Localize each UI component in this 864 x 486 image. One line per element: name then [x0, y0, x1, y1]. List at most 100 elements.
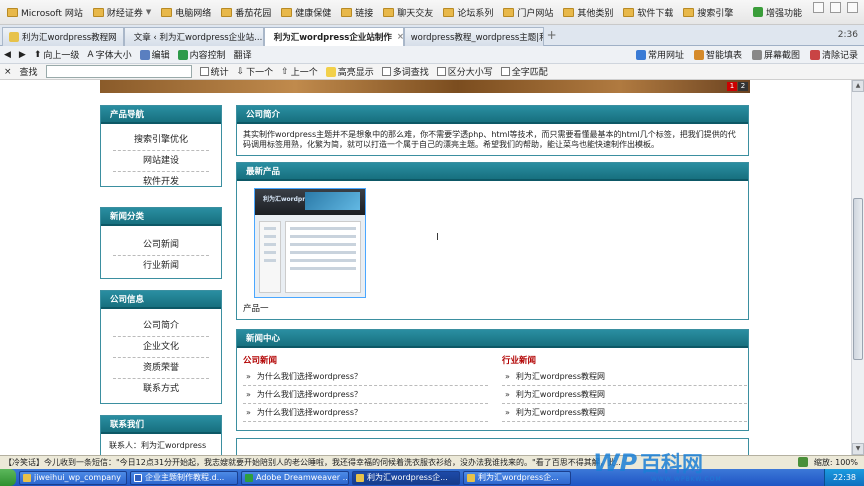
minimize-icon[interactable] [813, 2, 824, 13]
task-browser-1[interactable]: 利为汇wordpress企... [352, 470, 460, 485]
clock-label: 2:36 [837, 30, 858, 40]
folder-icon [281, 7, 293, 17]
find-prev-button[interactable]: ⇧ 上一个 [281, 65, 318, 79]
find-next-button[interactable]: ⇩ 下一个 [237, 65, 274, 79]
folder-icon [383, 7, 395, 17]
bullet-icon: » [505, 408, 510, 417]
product-thumbnail[interactable]: 利为汇wordpress教程网 [254, 188, 366, 298]
browser-icon [356, 473, 364, 482]
fav-portal[interactable]: 门户网站 [498, 2, 558, 22]
product-nav-box: 产品导航 搜索引擎优化 网站建设 软件开发 [100, 105, 222, 187]
company-info-item[interactable]: 企业文化 [113, 337, 209, 358]
banner-page-1[interactable]: 1 [727, 82, 737, 91]
task-word-doc[interactable]: 企业主题制作教程.d... [130, 470, 238, 485]
vertical-scrollbar[interactable]: ▲ ▼ [851, 80, 864, 455]
common-sites-button[interactable]: 常用网址 [635, 48, 684, 61]
fav-microsoft[interactable]: Microsoft 网站 [2, 2, 88, 22]
smart-fill-button[interactable]: 智能填表 [693, 48, 742, 61]
task-browser-2[interactable]: 利为汇wordpress企... [463, 470, 571, 485]
folder-icon [563, 7, 575, 17]
count-button[interactable]: 统计 [199, 65, 229, 78]
banner-image: 1 2 [100, 80, 750, 93]
about-box: 公司简介 其实制作wordpress主题并不是想象中的那么难，你不需要学透php… [236, 105, 749, 156]
company-info-box: 公司信息 公司简介 企业文化 资质荣誉 联系方式 [100, 290, 222, 404]
tab-2[interactable]: 文章 ‹ 利为汇wordpress企业站... [123, 26, 264, 46]
company-info-item[interactable]: 资质荣誉 [113, 358, 209, 379]
scroll-up-icon[interactable]: ▲ [852, 80, 864, 92]
news-item[interactable]: » 利为汇wordpress教程网 [502, 404, 747, 422]
company-info-item[interactable]: 公司简介 [113, 316, 209, 337]
close-tab-icon[interactable]: × [397, 32, 403, 42]
product-nav-item[interactable]: 搜索引擎优化 [113, 130, 209, 151]
tab-3[interactable]: 利为汇wordpress企业站制作 × [263, 26, 404, 46]
case-checkbox[interactable]: 区分大小写 [436, 65, 493, 78]
translate-button[interactable]: 翻译 [234, 48, 252, 61]
edit-button[interactable]: 编辑 [139, 48, 170, 61]
news-item[interactable]: » 利为汇wordpress教程网 [502, 368, 747, 386]
favorites-bar: Microsoft 网站 财经证券 ▼ 电脑网络 番茄花园 健康保健 链接 聊天交… [0, 0, 864, 25]
up-level-button[interactable]: ⬆ 向上一级 [34, 48, 80, 62]
plus-icon [752, 7, 763, 17]
product-nav-item[interactable]: 软件开发 [113, 172, 209, 193]
folder-icon [221, 7, 233, 17]
news-category-item[interactable]: 行业新闻 [113, 256, 209, 277]
fav-chat[interactable]: 聊天交友 [378, 2, 438, 22]
edit-icon [139, 49, 150, 60]
scissors-icon [751, 49, 762, 60]
news-category-item[interactable]: 公司新闻 [113, 235, 209, 256]
screenshot-button[interactable]: 屏幕截图 [751, 48, 800, 61]
company-news-column: 公司新闻 » 为什么我们选择wordpress？ » 为什么我们选择wordpres… [243, 354, 488, 422]
fav-forum[interactable]: 论坛系列 [438, 2, 498, 22]
thumb-header: 利为汇wordpress教程网 [255, 189, 365, 215]
news-item[interactable]: » 为什么我们选择wordpress？ [243, 368, 488, 386]
restore-icon[interactable] [830, 2, 841, 13]
forward-icon[interactable]: ▶ [19, 50, 26, 60]
product-name[interactable]: 产品一 [243, 302, 269, 314]
enhance-button[interactable]: 增强功能 [748, 2, 807, 22]
news-item[interactable]: » 利为汇wordpress教程网 [502, 386, 747, 404]
fav-finance[interactable]: 财经证券 ▼ [88, 2, 156, 22]
highlight-button[interactable]: 高亮显示 [325, 65, 374, 78]
fav-search[interactable]: 搜索引擎 [678, 2, 738, 22]
folder-icon [341, 7, 353, 17]
content-control-button[interactable]: 内容控制 [177, 48, 226, 61]
multi-word-checkbox[interactable]: 多词查找 [381, 65, 429, 78]
fav-network[interactable]: 电脑网络 [156, 2, 216, 22]
folder-icon [7, 7, 18, 17]
product-nav-item[interactable]: 网站建设 [113, 151, 209, 172]
company-info-item[interactable]: 联系方式 [113, 379, 209, 400]
folder-icon [92, 7, 104, 17]
product-nav-title: 产品导航 [101, 106, 221, 124]
fav-other[interactable]: 其他类别 [558, 2, 618, 22]
tray-clock[interactable]: 22:38 [833, 473, 856, 482]
tab-1[interactable]: 利为汇wordpress教程网 [2, 26, 124, 46]
find-input[interactable] [45, 65, 192, 78]
bullet-icon: » [246, 372, 251, 381]
close-find-icon[interactable]: × [4, 67, 12, 77]
fav-software[interactable]: 软件下载 [618, 2, 678, 22]
scroll-down-icon[interactable]: ▼ [852, 443, 864, 455]
tab-4[interactable]: wordpress教程_wordpress主题|利... [403, 26, 544, 46]
fav-tomato[interactable]: 番茄花园 [216, 2, 276, 22]
checkbox-icon [381, 67, 391, 76]
whole-word-checkbox[interactable]: 全字匹配 [500, 65, 548, 78]
new-tab-button[interactable]: + [544, 28, 560, 42]
news-categories-title: 新闻分类 [101, 208, 221, 226]
start-button[interactable] [0, 469, 16, 486]
news-item[interactable]: » 为什么我们选择wordpress？ [243, 386, 488, 404]
fav-links[interactable]: 链接 [336, 2, 378, 22]
company-info-title: 公司信息 [101, 291, 221, 309]
scroll-thumb[interactable] [853, 198, 863, 360]
fav-health[interactable]: 健康保健 [276, 2, 336, 22]
task-dreamweaver[interactable]: Adobe Dreamweaver ... [241, 470, 349, 485]
font-icon: A [87, 49, 94, 60]
zoom-level[interactable]: 缩放: 100% [814, 457, 858, 468]
text-cursor-icon: I [436, 232, 439, 243]
clear-history-button[interactable]: 清除记录 [809, 48, 858, 61]
task-folder[interactable]: jiweihui_wp_company [19, 470, 127, 485]
news-item[interactable]: » 为什么我们选择wordpress？ [243, 404, 488, 422]
close-icon[interactable] [847, 2, 858, 13]
banner-page-2[interactable]: 2 [738, 82, 748, 91]
font-size-button[interactable]: A 字体大小 [87, 48, 131, 62]
back-icon[interactable]: ◀ [4, 50, 11, 60]
